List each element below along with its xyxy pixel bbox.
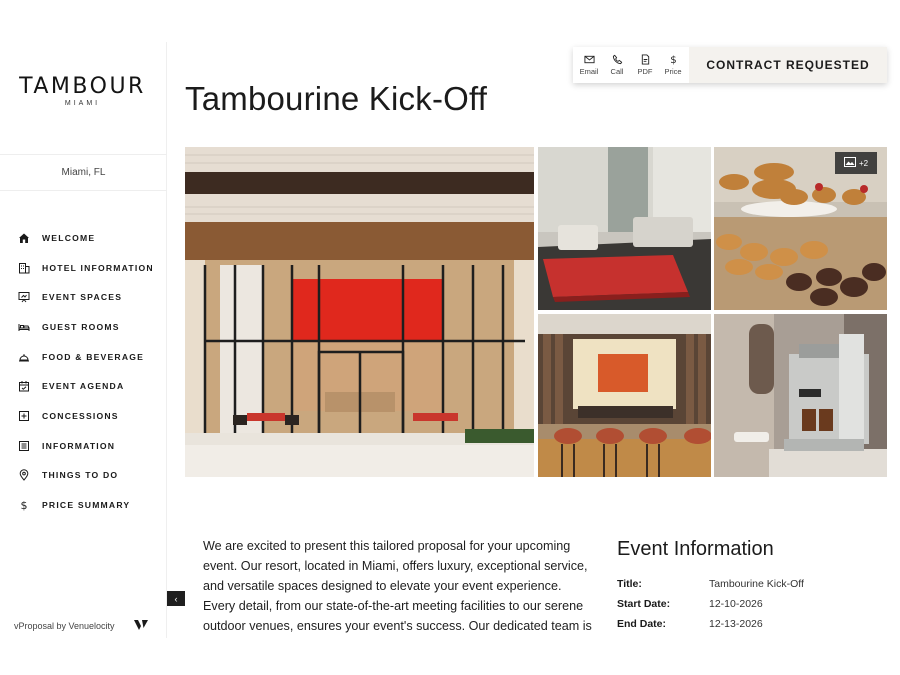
- envelope-icon: [583, 55, 595, 64]
- powered-by-text: vProposal by Venuelocity: [14, 621, 115, 631]
- event-information-heading: Event Information: [617, 538, 774, 560]
- sidebar-item-label: GUEST ROOMS: [42, 321, 120, 332]
- pdf-file-icon: [641, 54, 649, 65]
- event-start-date-row: Start Date: 12-10-2026: [617, 594, 887, 614]
- sidebar-item-event-agenda[interactable]: EVENT AGENDA: [0, 371, 167, 401]
- event-title-value: Tambourine Kick-Off: [709, 578, 804, 590]
- email-label: Email: [579, 67, 599, 76]
- building-icon: [17, 261, 30, 274]
- event-information-panel: Event Information Title: Tambourine Kick…: [617, 538, 887, 634]
- collapse-sidebar-button[interactable]: ‹: [167, 591, 185, 606]
- pdf-label: PDF: [637, 67, 653, 76]
- espresso-machine-photo[interactable]: [714, 314, 887, 477]
- dollar-icon: $: [17, 499, 30, 512]
- photo-gallery: +2: [185, 147, 887, 477]
- sidebar-item-label: INFORMATION: [42, 440, 116, 451]
- cloche-icon: [17, 350, 30, 363]
- bed-icon: [17, 320, 30, 333]
- dollar-icon: $: [670, 55, 676, 65]
- event-title-label: Title:: [617, 578, 642, 590]
- svg-text:$: $: [670, 55, 676, 65]
- chevron-left-icon: ‹: [174, 593, 178, 604]
- action-toolbar: Email Call PDF $ Price CONTRACT REQUESTE…: [573, 47, 887, 83]
- presentation-icon: [17, 291, 30, 304]
- more-photos-count: +2: [858, 158, 869, 168]
- sidebar-item-information[interactable]: INFORMATION: [0, 431, 167, 461]
- sidebar-item-price-summary[interactable]: $ PRICE SUMMARY: [0, 490, 167, 520]
- map-pin-icon: [17, 469, 30, 482]
- start-date-value: 12-10-2026: [709, 598, 763, 610]
- sidebar-item-label: HOTEL INFORMATION: [42, 262, 154, 273]
- pdf-button[interactable]: PDF: [631, 47, 659, 83]
- pastries-photo[interactable]: +2: [714, 147, 887, 310]
- event-end-date-row: End Date: 12-13-2026: [617, 614, 887, 634]
- intro-paragraph: We are excited to present this tailored …: [203, 539, 592, 633]
- sidebar-item-guest-rooms[interactable]: GUEST ROOMS: [0, 312, 167, 342]
- sidebar-item-concessions[interactable]: CONCESSIONS: [0, 401, 167, 431]
- image-icon: [843, 157, 856, 169]
- svg-text:$: $: [20, 499, 27, 511]
- price-button[interactable]: $ Price: [659, 47, 687, 83]
- plus-square-icon: [17, 409, 30, 422]
- sidebar-item-welcome[interactable]: WELCOME: [0, 223, 167, 253]
- brand-logo[interactable]: TAMBOUR MIAMI: [0, 74, 165, 107]
- more-photos-button[interactable]: +2: [835, 152, 877, 174]
- lounge-bar-photo[interactable]: [538, 314, 711, 477]
- home-icon: [17, 231, 30, 244]
- contact-actions: Email Call PDF $ Price: [573, 47, 689, 83]
- location-label: Miami, FL: [0, 154, 167, 191]
- sidebar-item-food-beverage[interactable]: FOOD & BEVERAGE: [0, 342, 167, 372]
- sidebar-item-label: THINGS TO DO: [42, 470, 119, 481]
- sidebar-item-label: PRICE SUMMARY: [42, 500, 131, 511]
- hotel-entrance-photo[interactable]: [185, 147, 534, 477]
- phone-icon: [612, 54, 622, 65]
- brand-name: TAMBOUR: [19, 74, 146, 99]
- venuelocity-logo-icon: [133, 619, 149, 633]
- start-date-label: Start Date:: [617, 598, 671, 610]
- calendar-icon: [17, 380, 30, 393]
- sidebar-item-label: FOOD & BEVERAGE: [42, 351, 145, 362]
- price-label: Price: [664, 67, 682, 76]
- sidebar-item-label: EVENT AGENDA: [42, 381, 125, 392]
- event-title-row: Title: Tambourine Kick-Off: [617, 574, 887, 594]
- meeting-room-photo[interactable]: [538, 147, 711, 310]
- contract-requested-button[interactable]: CONTRACT REQUESTED: [689, 47, 887, 83]
- sidebar-item-hotel-information[interactable]: HOTEL INFORMATION: [0, 253, 167, 283]
- sidebar-nav: WELCOME HOTEL INFORMATION EVENT SPACES G…: [0, 223, 167, 520]
- end-date-label: End Date:: [617, 618, 667, 630]
- sidebar-item-things-to-do[interactable]: THINGS TO DO: [0, 461, 167, 491]
- sidebar-item-label: WELCOME: [42, 232, 96, 243]
- sidebar: TAMBOUR MIAMI Miami, FL WELCOME HOTEL IN…: [0, 42, 167, 638]
- sidebar-item-label: CONCESSIONS: [42, 410, 119, 421]
- sidebar-item-label: EVENT SPACES: [42, 292, 123, 303]
- powered-by[interactable]: vProposal by Venuelocity: [14, 619, 154, 633]
- page-title: Tambourine Kick-Off: [185, 80, 488, 117]
- sidebar-item-event-spaces[interactable]: EVENT SPACES: [0, 282, 167, 312]
- call-label: Call: [610, 67, 624, 76]
- end-date-value: 12-13-2026: [709, 618, 763, 630]
- document-list-icon: [17, 439, 30, 452]
- call-button[interactable]: Call: [603, 47, 631, 83]
- brand-subtitle: MIAMI: [64, 100, 101, 107]
- email-button[interactable]: Email: [575, 47, 603, 83]
